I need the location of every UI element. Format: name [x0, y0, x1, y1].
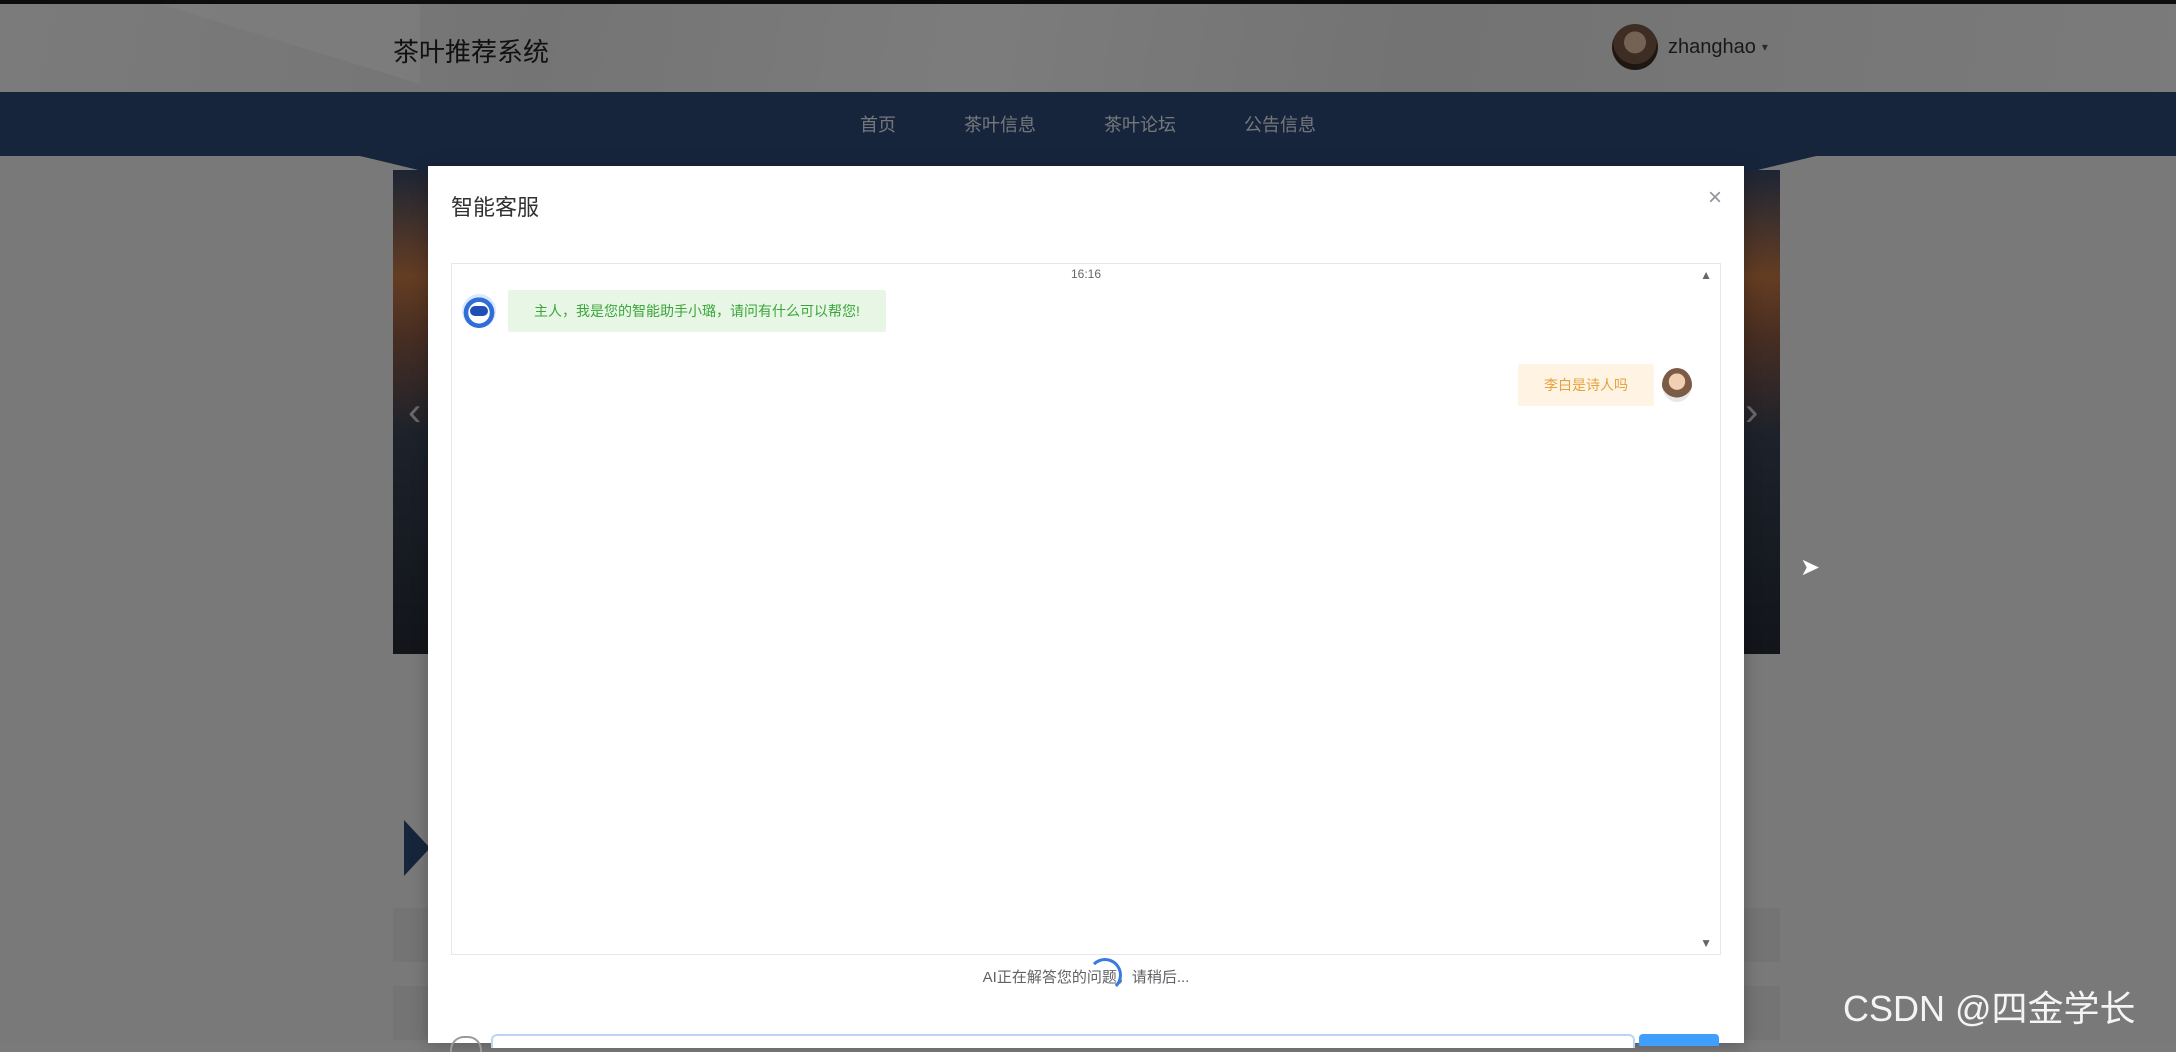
mouse-pointer-icon: ➤	[1800, 554, 1821, 581]
bot-message-bubble: 主人，我是您的智能助手小璐，请问有什么可以帮您!	[508, 290, 886, 332]
watermark: CSDN @四金学长	[1843, 988, 2136, 1029]
user-message-row: 李白是诗人吗	[1518, 364, 1692, 406]
scroll-up-arrow-icon[interactable]: ▲	[1700, 268, 1712, 282]
avatar	[1662, 368, 1692, 402]
dialog-title: 智能客服	[451, 195, 540, 220]
customer-service-icon	[462, 294, 496, 328]
chat-dialog: 智能客服 × 16:16 ▲ ▼ 主人，我是您的智能助手小璐，请问有什么可以帮您…	[428, 166, 1744, 1052]
message-timestamp: 16:16	[1070, 267, 1102, 281]
chat-messages-panel[interactable]: 16:16 ▲ ▼ 主人，我是您的智能助手小璐，请问有什么可以帮您! 李白是诗人…	[451, 263, 1721, 955]
emoji-icon[interactable]	[450, 1036, 482, 1052]
send-button[interactable]	[1639, 1034, 1719, 1046]
loading-status-text: AI正在解答您的问题，请稍后...	[982, 969, 1190, 986]
message-input[interactable]	[491, 1034, 1635, 1048]
bot-message-row: 主人，我是您的智能助手小璐，请问有什么可以帮您!	[462, 290, 886, 332]
user-message-bubble: 李白是诗人吗	[1518, 364, 1654, 406]
close-icon[interactable]: ×	[1708, 184, 1722, 212]
spinner-icon	[1088, 958, 1122, 992]
scroll-down-arrow-icon[interactable]: ▼	[1700, 936, 1712, 950]
